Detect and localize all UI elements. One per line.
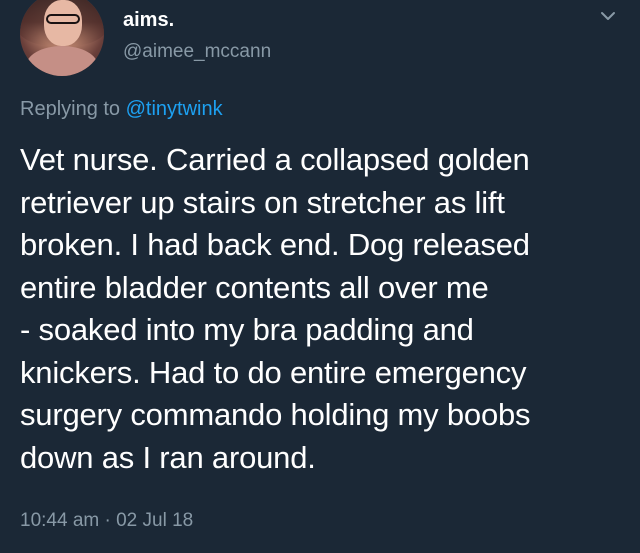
avatar-glasses: [46, 14, 80, 24]
avatar[interactable]: [20, 0, 104, 76]
avatar-shoulders: [26, 46, 98, 76]
author-display-name[interactable]: aims.: [123, 8, 174, 32]
chevron-down-icon[interactable]: [598, 6, 618, 26]
replying-to: Replying to @tinytwink: [20, 96, 223, 122]
author-handle[interactable]: @aimee_mccann: [123, 40, 271, 64]
tweet-timestamp[interactable]: 10:44 am · 02 Jul 18: [20, 509, 193, 533]
reply-mention-link[interactable]: @tinytwink: [126, 98, 223, 120]
replying-to-prefix: Replying to: [20, 98, 126, 120]
tweet-text: Vet nurse. Carried a collapsed golden re…: [20, 142, 531, 475]
